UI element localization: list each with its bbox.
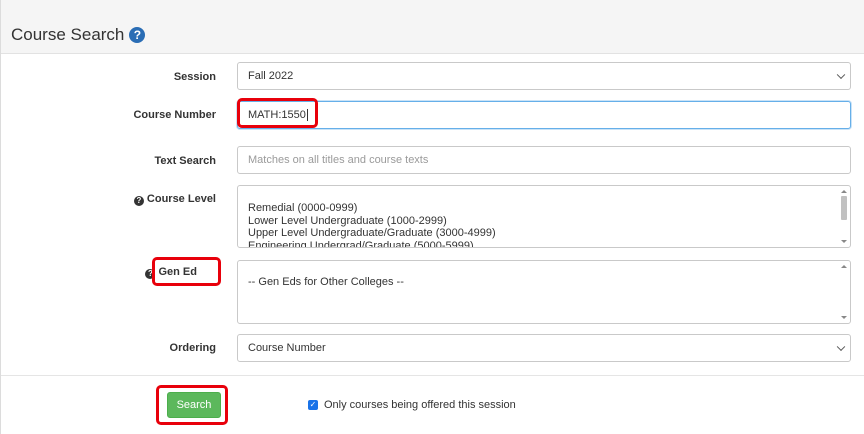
only-offered-option[interactable]: ✓ Only courses being offered this sessio… bbox=[308, 399, 516, 411]
scrollbar[interactable] bbox=[838, 186, 850, 247]
scroll-thumb[interactable] bbox=[841, 196, 847, 220]
search-button[interactable]: Search bbox=[167, 392, 221, 418]
scroll-up-icon[interactable] bbox=[841, 265, 847, 268]
scroll-up-icon[interactable] bbox=[841, 190, 847, 193]
text-cursor bbox=[306, 109, 308, 121]
question-circle-icon[interactable]: ? bbox=[145, 269, 156, 279]
only-offered-label: Only courses being offered this session bbox=[324, 399, 516, 411]
session-select[interactable]: Fall 2022 bbox=[237, 62, 851, 90]
course-level-label: ? Course Level bbox=[133, 193, 216, 206]
scrollbar[interactable] bbox=[838, 261, 850, 323]
session-label: Session bbox=[173, 71, 216, 83]
list-item[interactable]: Engineering Undergrad/Graduate (5000-599… bbox=[248, 240, 850, 248]
ordering-select[interactable]: Course Number bbox=[237, 334, 851, 362]
text-search-input[interactable]: Matches on all titles and course texts bbox=[237, 146, 851, 174]
text-search-label: Text Search bbox=[154, 155, 216, 167]
gen-ed-label-text: Gen Ed bbox=[158, 266, 197, 278]
session-value: Fall 2022 bbox=[248, 70, 294, 82]
ordering-value: Course Number bbox=[248, 342, 326, 354]
gen-ed-listbox[interactable]: -- Gen Eds for Other Colleges -- bbox=[237, 260, 851, 324]
chevron-down-icon bbox=[836, 70, 846, 80]
course-number-value: MATH:1550 bbox=[248, 109, 306, 121]
course-number-label: Course Number bbox=[133, 109, 216, 121]
panel-heading: Course Search ? bbox=[1, 0, 864, 54]
text-search-placeholder: Matches on all titles and course texts bbox=[248, 154, 429, 166]
chevron-down-icon bbox=[836, 342, 846, 352]
list-item[interactable]: Lower Level Undergraduate (1000-2999) bbox=[248, 215, 850, 228]
course-search-panel: Course Search ? Session Fall 2022 Course… bbox=[0, 0, 864, 434]
scroll-down-icon[interactable] bbox=[841, 240, 847, 243]
ordering-label: Ordering bbox=[169, 342, 216, 354]
course-number-input[interactable]: MATH:1550 bbox=[237, 101, 851, 129]
question-circle-icon[interactable]: ? bbox=[129, 27, 146, 43]
divider bbox=[1, 375, 864, 376]
page-title-text: Course Search bbox=[11, 25, 125, 44]
course-level-listbox[interactable]: Remedial (0000-0999) Lower Level Undergr… bbox=[237, 185, 851, 248]
checkbox-checked-icon[interactable]: ✓ bbox=[308, 400, 318, 410]
scroll-down-icon[interactable] bbox=[841, 316, 847, 319]
list-item[interactable]: Remedial (0000-0999) bbox=[248, 202, 850, 215]
course-level-label-text: Course Level bbox=[146, 193, 216, 205]
list-item[interactable]: -- Gen Eds for Other Colleges -- bbox=[248, 276, 850, 289]
list-item[interactable]: Upper Level Undergraduate/Graduate (3000… bbox=[248, 227, 850, 240]
page-title: Course Search ? bbox=[11, 24, 146, 46]
question-circle-icon[interactable]: ? bbox=[133, 196, 144, 206]
gen-ed-label: ? Gen Ed bbox=[145, 266, 197, 279]
